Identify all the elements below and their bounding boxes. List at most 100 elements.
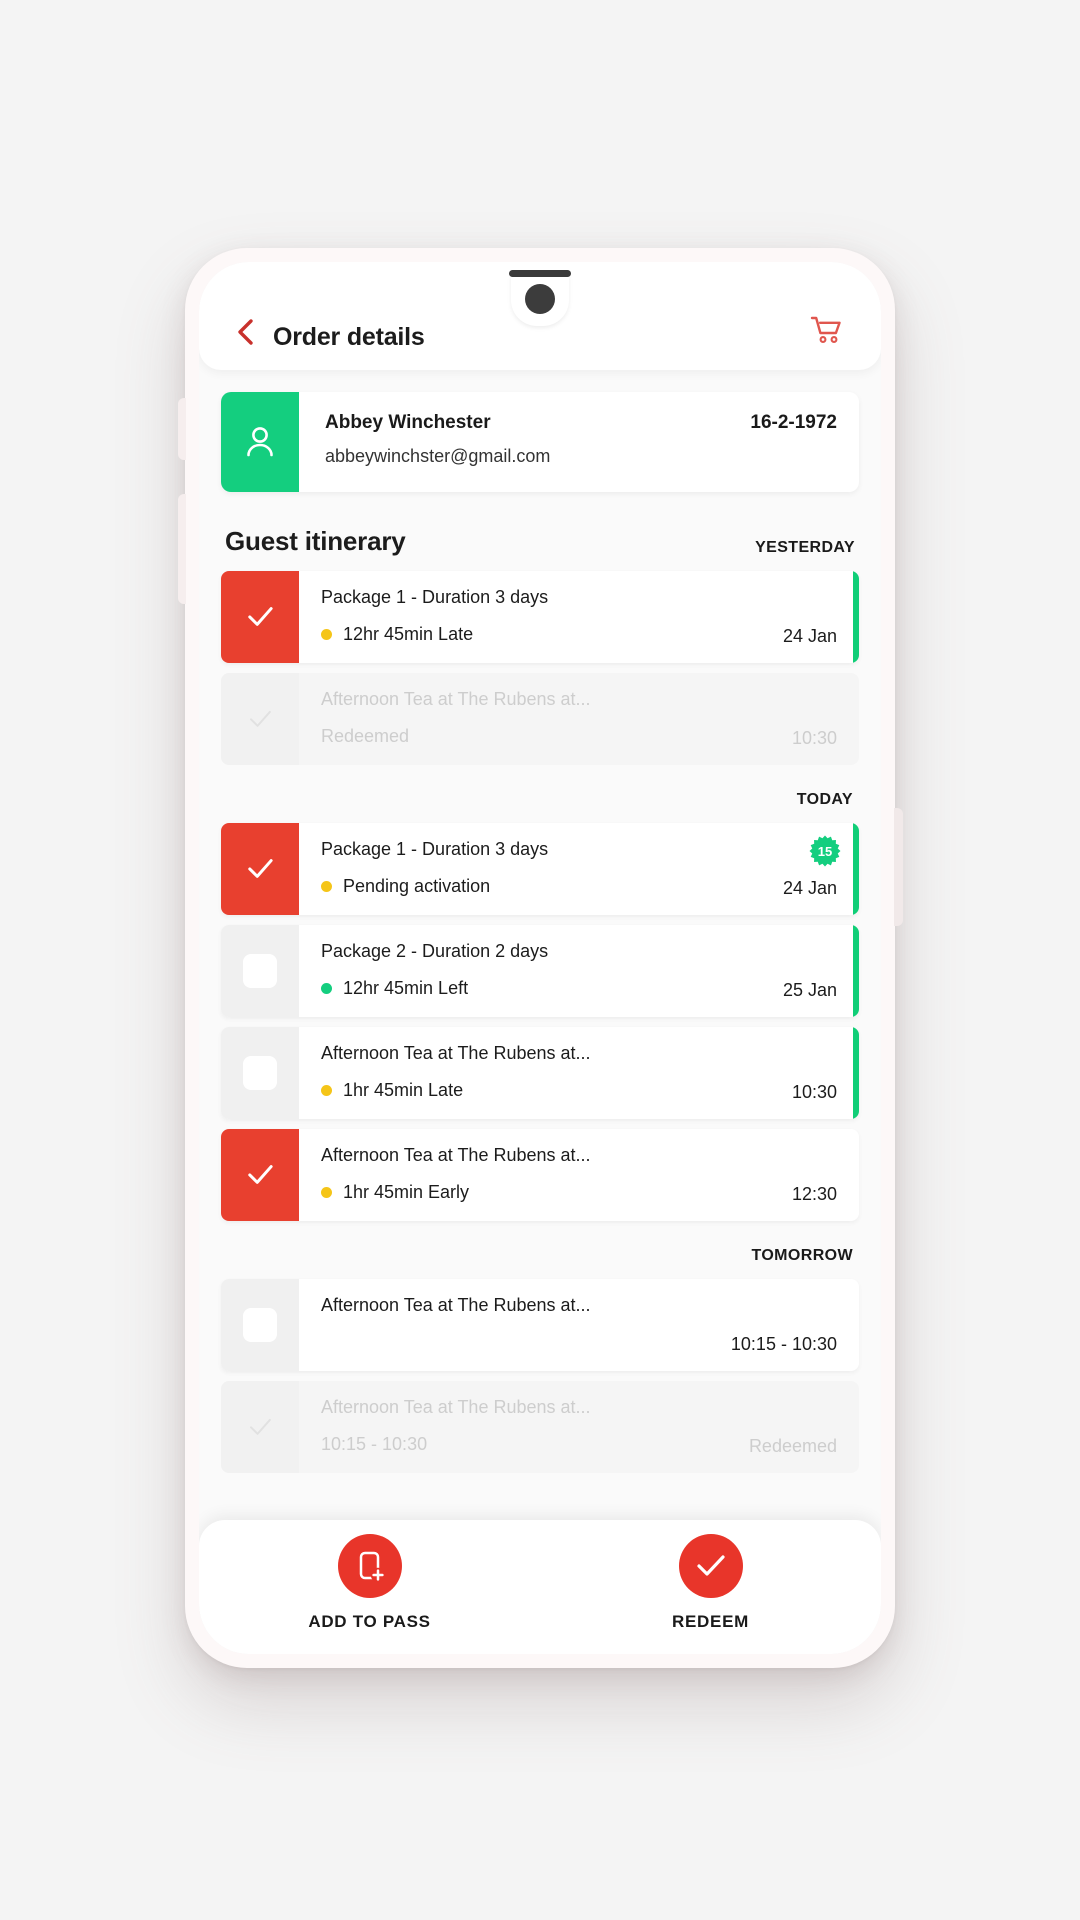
person-icon (247, 427, 273, 457)
status-dot (321, 1085, 332, 1096)
row-checkbox[interactable] (221, 571, 299, 663)
guest-dob: 16-2-1972 (750, 412, 837, 433)
row-accent-bar (853, 1027, 859, 1119)
row-meta: 10:15 - 10:30 (730, 1334, 837, 1354)
day-label-row: TODAY (221, 791, 859, 809)
row-checkbox[interactable] (221, 1279, 299, 1371)
row-meta: 24 Jan (782, 878, 837, 898)
row-checkbox[interactable] (221, 673, 299, 765)
row-status: Redeemed (321, 726, 837, 747)
check-icon (696, 1555, 725, 1576)
row-status: 12hr 45min Late (321, 624, 837, 645)
row-meta: Redeemed (748, 1436, 837, 1456)
guest-card[interactable]: Abbey Winchester abbeywinchster@gmail.co… (221, 392, 859, 492)
add-to-pass-button[interactable]: ADD TO PASS (199, 1534, 540, 1654)
days-left-badge: 15 (809, 835, 841, 867)
check-icon (248, 1165, 273, 1184)
itinerary-rows: Afternoon Tea at The Rubens at... 10:15 -… (221, 1279, 859, 1473)
itinerary-rows: Package 1 - Duration 3 days 12hr 45min La… (221, 571, 859, 765)
status-text: Pending activation (343, 876, 491, 896)
row-content: Package 2 - Duration 2 days 12hr 45min Le… (299, 925, 859, 1017)
row-title: Afternoon Tea at The Rubens at... (321, 1145, 591, 1165)
day-label-tomorrow: TOMORROW (751, 1247, 853, 1264)
row-meta: 24 Jan (782, 626, 837, 646)
row-meta: 25 Jan (782, 980, 837, 1000)
status-text: 10:15 - 10:30 (321, 1434, 428, 1454)
row-meta: 12:30 (791, 1184, 837, 1204)
row-title: Package 2 - Duration 2 days (321, 941, 549, 961)
itinerary-header: Guest itinerary YESTERDAY (221, 526, 859, 557)
row-checkbox[interactable] (221, 925, 299, 1017)
add-to-wallet-icon (359, 1551, 385, 1583)
itinerary-row[interactable]: Package 2 - Duration 2 days 12hr 45min Le… (221, 925, 859, 1017)
row-checkbox[interactable] (221, 1381, 299, 1473)
row-title: Package 1 - Duration 3 days (321, 587, 549, 607)
row-title: Afternoon Tea at The Rubens at... (321, 1043, 591, 1063)
itinerary-row[interactable]: Package 1 - Duration 3 days Pending activ… (221, 823, 859, 915)
row-content: Afternoon Tea at The Rubens at... 10:15 -… (299, 1279, 859, 1371)
status-text: Redeemed (321, 726, 410, 746)
day-label-row: TOMORROW (221, 1247, 859, 1265)
row-title: Package 1 - Duration 3 days (321, 839, 549, 859)
itinerary-rows: Package 1 - Duration 3 days Pending activ… (221, 823, 859, 1221)
itinerary-row[interactable]: Afternoon Tea at The Rubens at... 1hr 45m… (221, 1027, 859, 1119)
itinerary-row[interactable]: Afternoon Tea at The Rubens at... 10:15 -… (221, 1381, 859, 1473)
day-label-today: TODAY (796, 791, 853, 808)
row-checkbox[interactable] (221, 823, 299, 915)
redeem-circle (678, 1534, 743, 1598)
status-dot (321, 1187, 332, 1198)
bottom-action-bar: ADD TO PASS REDEEM (199, 1520, 881, 1654)
check-icon (249, 1418, 271, 1435)
row-checkbox[interactable] (221, 1027, 299, 1119)
row-title: Afternoon Tea at The Rubens at... (321, 1295, 591, 1315)
screenshot-stage: Order details Abbey Winchester abbeywinc… (0, 0, 1080, 1920)
add-to-pass-circle (337, 1534, 402, 1598)
row-title: Afternoon Tea at The Rubens at... (321, 689, 591, 709)
phone-device: Order details Abbey Winchester abbeywinc… (178, 248, 903, 1668)
phone-screen: Order details Abbey Winchester abbeywinc… (199, 262, 881, 1654)
itinerary-row[interactable]: Afternoon Tea at The Rubens at... Redeeme… (221, 673, 859, 765)
row-status: Pending activation (321, 876, 837, 897)
scroll-body[interactable]: Abbey Winchester abbeywinchster@gmail.co… (199, 370, 881, 1550)
row-content: Afternoon Tea at The Rubens at... Redeeme… (299, 673, 859, 765)
itinerary-row[interactable]: Afternoon Tea at The Rubens at... 1hr 45m… (221, 1129, 859, 1221)
row-content: Afternoon Tea at The Rubens at... 10:15 -… (299, 1381, 859, 1473)
badge-count: 15 (817, 843, 833, 859)
unchecked-box (243, 1308, 277, 1342)
status-text: 1hr 45min Late (343, 1080, 464, 1100)
status-dot (321, 629, 332, 640)
itinerary-groups: Package 1 - Duration 3 days 12hr 45min La… (221, 571, 859, 1473)
shopping-cart-icon (810, 316, 841, 343)
redeem-label: REDEEM (672, 1612, 749, 1631)
cart-button[interactable] (805, 308, 849, 352)
row-accent-bar (853, 571, 859, 663)
row-meta: 10:30 (791, 1082, 837, 1102)
redeem-button[interactable]: REDEEM (540, 1534, 881, 1654)
row-status: 12hr 45min Left (321, 978, 837, 999)
row-accent-bar (853, 823, 859, 915)
chevron-left-icon (238, 319, 253, 345)
row-content: Afternoon Tea at The Rubens at... 1hr 45m… (299, 1027, 859, 1119)
unchecked-box (243, 954, 277, 988)
row-content: Afternoon Tea at The Rubens at... 1hr 45m… (299, 1129, 859, 1221)
row-content: Package 1 - Duration 3 days 12hr 45min La… (299, 571, 859, 663)
check-icon (248, 859, 273, 878)
power-button[interactable] (894, 808, 903, 926)
itinerary-row[interactable]: Afternoon Tea at The Rubens at... 10:15 -… (221, 1279, 859, 1371)
section-title: Guest itinerary (225, 526, 406, 556)
guest-info: Abbey Winchester abbeywinchster@gmail.co… (299, 392, 859, 492)
back-button[interactable] (225, 312, 265, 352)
row-accent-bar (853, 925, 859, 1017)
row-meta: 10:30 (791, 728, 837, 748)
row-checkbox[interactable] (221, 1129, 299, 1221)
status-dot (321, 881, 332, 892)
check-icon (249, 710, 271, 727)
row-status: 1hr 45min Late (321, 1080, 837, 1101)
check-icon (248, 607, 273, 626)
row-status: 1hr 45min Early (321, 1182, 837, 1203)
itinerary-row[interactable]: Package 1 - Duration 3 days 12hr 45min La… (221, 571, 859, 663)
status-dot (321, 983, 332, 994)
add-to-pass-label: ADD TO PASS (308, 1612, 431, 1631)
page-title: Order details (273, 323, 425, 351)
guest-email: abbeywinchster@gmail.com (325, 446, 551, 466)
